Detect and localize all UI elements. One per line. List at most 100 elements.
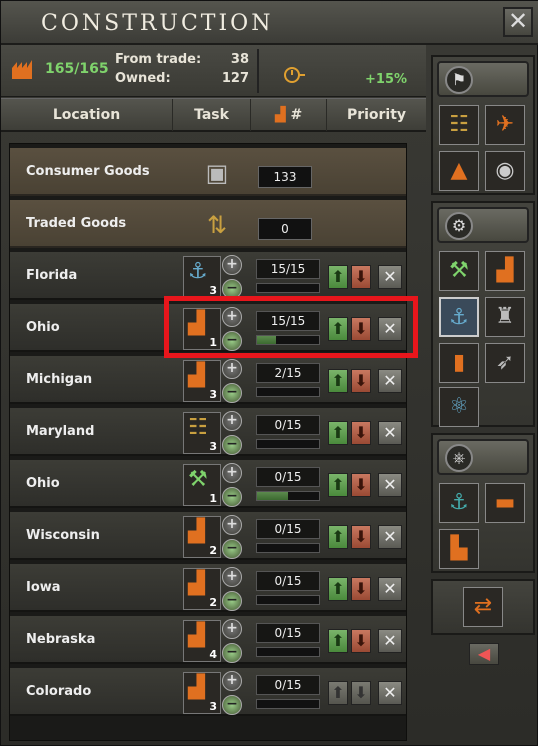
add-level-button[interactable]: + (222, 567, 242, 587)
sidebar-group-naval: ⎈ ⚓ ▬ ▙ (431, 433, 535, 573)
priority-down-button[interactable]: ⬇ (351, 421, 371, 445)
priority-up-button[interactable]: ⬆ (328, 473, 348, 497)
priority-up-button[interactable]: ⬆ (328, 525, 348, 549)
civilian-factory-icon[interactable]: ▟ (485, 251, 525, 291)
trade-icon[interactable]: ⇄ (463, 587, 503, 627)
factory-small-icon: ▟ (274, 107, 291, 123)
building-level: 4 (209, 648, 217, 661)
fuel-silo-icon[interactable]: ▮ (439, 343, 479, 383)
remove-level-button[interactable]: − (222, 435, 242, 455)
building-slot[interactable]: ▟ 3 (183, 672, 221, 714)
remove-level-button[interactable]: − (222, 383, 242, 403)
header-location[interactable]: Location (1, 99, 173, 131)
building-slot[interactable]: ▟ 2 (183, 568, 221, 610)
construction-row[interactable]: Wisconsin ▟ 2 + −0/15 ⬆ ⬇ ✕ (10, 512, 406, 560)
goods-value: 0 (258, 218, 312, 240)
naval-base-icon[interactable]: ⚓ (439, 483, 479, 523)
add-level-button[interactable]: + (222, 671, 242, 691)
progress-text: 0/15 (256, 571, 320, 591)
building-slot[interactable]: ⚓ 3 (183, 256, 221, 298)
delete-button[interactable]: ✕ (378, 369, 402, 393)
location-name: Michigan (26, 372, 93, 387)
building-level: 3 (209, 700, 217, 713)
sidebar-header[interactable]: ⎈ (437, 439, 529, 475)
progress-text: 0/15 (256, 623, 320, 643)
priority-down-button[interactable]: ⬇ (351, 525, 371, 549)
goods-row: Traded Goods ⇅ 0 (10, 200, 406, 248)
building-slot[interactable]: ▟ 2 (183, 516, 221, 558)
railway-icon[interactable]: ☷ (439, 105, 479, 145)
remove-level-button[interactable]: − (222, 591, 242, 611)
add-level-button[interactable]: + (222, 359, 242, 379)
collapse-sidebar-button[interactable]: ◀ (469, 643, 499, 665)
rocket-site-icon[interactable]: ➶ (485, 343, 525, 383)
goods-name: Consumer Goods (26, 164, 150, 179)
sidebar-group-trade: ⇄ (431, 579, 535, 635)
priority-up-button[interactable]: ⬆ (328, 369, 348, 393)
building-slot[interactable]: ▟ 3 (183, 360, 221, 402)
radar-icon[interactable]: ◉ (485, 151, 525, 191)
add-level-button[interactable]: + (222, 515, 242, 535)
building-slot[interactable]: ▟ 4 (183, 620, 221, 662)
construction-row[interactable]: Michigan ▟ 3 + −2/15 ⬆ ⬇ ✕ (10, 356, 406, 404)
progress-bar (256, 595, 320, 605)
building-slot[interactable]: ⚒ 1 (183, 464, 221, 506)
priority-down-button[interactable]: ⬇ (351, 681, 371, 705)
progress-bar (256, 283, 320, 293)
delete-button[interactable]: ✕ (378, 681, 402, 705)
delete-button[interactable]: ✕ (378, 473, 402, 497)
sidebar-header[interactable]: ⚑ (437, 61, 529, 97)
construction-row[interactable]: Maryland ☷ 3 + −0/15 ⬆ ⬇ ✕ (10, 408, 406, 456)
header-count[interactable]: ▟ # (251, 99, 327, 131)
priority-up-button[interactable]: ⬆ (328, 629, 348, 653)
priority-down-button[interactable]: ⬇ (351, 265, 371, 289)
add-level-button[interactable]: + (222, 619, 242, 639)
priority-up-button[interactable]: ⬆ (328, 577, 348, 601)
construction-row[interactable]: Florida ⚓ 3 + −15/15 ⬆ ⬇ ✕ (10, 252, 406, 300)
priority-down-button[interactable]: ⬇ (351, 473, 371, 497)
header-priority[interactable]: Priority (327, 99, 426, 131)
add-level-button[interactable]: + (222, 463, 242, 483)
coastal-fort-icon[interactable]: ▙ (439, 529, 479, 569)
airport-icon[interactable]: ✈ (485, 105, 525, 145)
construction-row[interactable]: Colorado ▟ 3 + −0/15 ⬆ ⬇ ✕ (10, 668, 406, 716)
dockyard-icon[interactable]: ⚓ (439, 297, 479, 337)
remove-level-button[interactable]: − (222, 643, 242, 663)
delete-button[interactable]: ✕ (378, 525, 402, 549)
military-factory-icon[interactable]: ⚒ (439, 251, 479, 291)
construction-row[interactable]: Nebraska ▟ 4 + −0/15 ⬆ ⬇ ✕ (10, 616, 406, 664)
construction-row[interactable]: Iowa ▟ 2 + −0/15 ⬆ ⬇ ✕ (10, 564, 406, 612)
location-name: Florida (26, 268, 78, 283)
add-level-button[interactable]: + (222, 255, 242, 275)
sidebar-group-infrastructure: ⚑ ☷ ✈ ▲ ◉ (431, 55, 535, 195)
construction-queue[interactable]: Consumer Goods ▣ 133 Traded Goods ⇅ 0 Florida ⚓… (9, 143, 407, 741)
delete-button[interactable]: ✕ (378, 421, 402, 445)
bunker-icon[interactable]: ▬ (485, 483, 525, 523)
building-level: 2 (209, 544, 217, 557)
delete-button[interactable]: ✕ (378, 265, 402, 289)
anti-air-icon[interactable]: ▲ (439, 151, 479, 191)
building-slot[interactable]: ☷ 3 (183, 412, 221, 454)
delete-button[interactable]: ✕ (378, 629, 402, 653)
delete-button[interactable]: ✕ (378, 577, 402, 601)
priority-up-button[interactable]: ⬆ (328, 265, 348, 289)
nuclear-reactor-icon[interactable]: ⚛ (439, 387, 479, 427)
window-title: Construction (41, 11, 274, 36)
priority-up-button[interactable]: ⬆ (328, 421, 348, 445)
synthetic-refinery-icon[interactable]: ♜ (485, 297, 525, 337)
priority-down-button[interactable]: ⬇ (351, 369, 371, 393)
priority-down-button[interactable]: ⬇ (351, 577, 371, 601)
construction-row[interactable]: Ohio ⚒ 1 + −0/15 ⬆ ⬇ ✕ (10, 460, 406, 508)
sidebar-header[interactable]: ⚙ (437, 207, 529, 243)
remove-level-button[interactable]: − (222, 487, 242, 507)
location-name: Wisconsin (26, 528, 100, 543)
add-level-button[interactable]: + (222, 411, 242, 431)
remove-level-button[interactable]: − (222, 539, 242, 559)
remove-level-button[interactable]: − (222, 695, 242, 715)
flag-build-icon: ⚑ (445, 66, 473, 94)
progress-text: 15/15 (256, 259, 320, 279)
priority-up-button[interactable]: ⬆ (328, 681, 348, 705)
priority-down-button[interactable]: ⬇ (351, 629, 371, 653)
close-button[interactable]: ✕ (503, 7, 533, 37)
header-task[interactable]: Task (173, 99, 251, 131)
